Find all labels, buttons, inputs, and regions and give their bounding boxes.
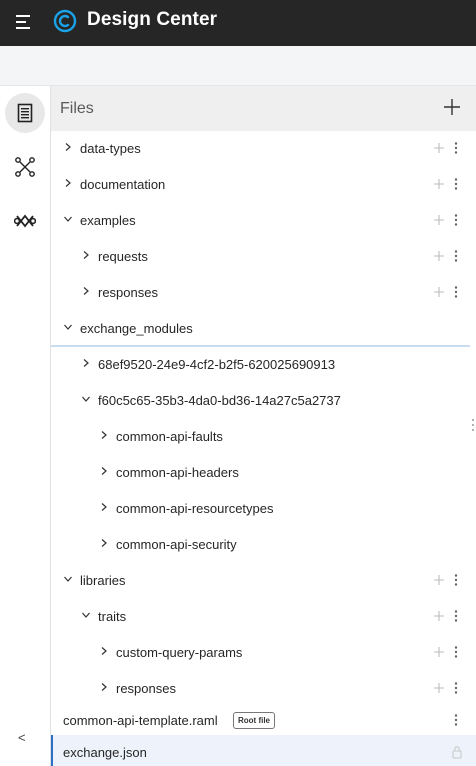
more-vertical-icon[interactable]	[453, 609, 459, 623]
chevron-right-icon	[83, 251, 89, 259]
nodes-graph-icon	[15, 157, 35, 177]
tree-item-label: traits	[98, 609, 127, 624]
tree-folder-documentation[interactable]: documentation	[51, 167, 472, 203]
tree-item-label: common-api-template.raml	[63, 713, 218, 728]
file-document-icon	[17, 103, 33, 123]
add-icon[interactable]	[433, 250, 445, 262]
add-icon[interactable]	[433, 610, 445, 622]
panel-resize-handle[interactable]	[471, 418, 475, 432]
tree-folder-module-f60c[interactable]: f60c5c65-35b3-4da0-bd36-14a27c5a2737	[51, 383, 472, 419]
more-vertical-icon[interactable]	[453, 285, 459, 299]
tree-folder-examples[interactable]: examples	[51, 203, 472, 239]
chevron-down-icon	[64, 576, 72, 582]
chevron-right-icon	[101, 647, 107, 655]
chevron-right-icon	[101, 503, 107, 511]
add-icon[interactable]	[433, 574, 445, 586]
more-vertical-icon[interactable]	[453, 681, 459, 695]
rail-exchange-button[interactable]	[5, 201, 45, 241]
tree-folder-common-api-security[interactable]: common-api-security	[51, 527, 472, 563]
files-panel: Files data-types documentation examples …	[51, 86, 476, 766]
more-vertical-icon[interactable]	[453, 177, 459, 191]
tree-item-label: custom-query-params	[116, 645, 243, 660]
tree-folder-traits-responses[interactable]: responses	[51, 671, 472, 707]
chevron-right-icon	[83, 359, 89, 367]
rail-files-button[interactable]	[5, 93, 45, 133]
rail-dependencies-button[interactable]	[5, 147, 45, 187]
chevron-right-icon	[101, 683, 107, 691]
more-vertical-icon[interactable]	[453, 141, 459, 155]
root-file-badge: Root file	[233, 712, 275, 729]
tree-item-label: common-api-headers	[116, 465, 239, 480]
add-icon[interactable]	[433, 214, 445, 226]
add-icon[interactable]	[433, 142, 445, 154]
more-vertical-icon[interactable]	[453, 645, 459, 659]
tree-item-label: examples	[80, 213, 136, 228]
tree-item-label: exchange_modules	[80, 321, 193, 336]
chevron-right-icon	[65, 143, 71, 151]
chevron-down-icon	[64, 216, 72, 222]
chevron-down-icon	[82, 396, 90, 402]
add-icon[interactable]	[433, 178, 445, 190]
tree-folder-requests[interactable]: requests	[51, 239, 472, 275]
plus-icon[interactable]	[440, 95, 464, 119]
app-title: Design Center	[87, 9, 218, 30]
more-vertical-icon[interactable]	[453, 249, 459, 263]
tree-folder-custom-query-params[interactable]: custom-query-params	[51, 635, 472, 671]
chevron-right-icon	[83, 287, 89, 295]
tree-folder-common-api-headers[interactable]: common-api-headers	[51, 455, 472, 491]
tree-file-common-api-template[interactable]: common-api-template.raml Root file	[51, 703, 472, 739]
hamburger-menu-icon[interactable]	[13, 12, 33, 32]
chevron-right-icon	[101, 539, 107, 547]
tree-folder-traits[interactable]: traits	[51, 599, 472, 635]
tree-item-label: common-api-faults	[116, 429, 223, 444]
tree-folder-data-types[interactable]: data-types	[51, 131, 472, 167]
more-vertical-icon[interactable]	[453, 213, 459, 227]
design-center-logo-icon	[53, 9, 77, 33]
chevron-right-icon	[101, 431, 107, 439]
tree-folder-exchange-modules[interactable]: exchange_modules	[51, 311, 470, 347]
left-rail: <	[0, 86, 51, 766]
tree-folder-responses[interactable]: responses	[51, 275, 472, 311]
tree-folder-module-68ef[interactable]: 68ef9520-24e9-4cf2-b2f5-620025690913	[51, 347, 472, 383]
tree-item-label: f60c5c65-35b3-4da0-bd36-14a27c5a2737	[98, 393, 341, 408]
tree-item-label: common-api-security	[116, 537, 237, 552]
tree-folder-libraries[interactable]: libraries	[51, 563, 472, 599]
more-vertical-icon[interactable]	[453, 573, 459, 587]
tree-item-label: requests	[98, 249, 148, 264]
tree-item-label: responses	[116, 681, 176, 696]
tree-item-label: responses	[98, 285, 158, 300]
tree-item-label: data-types	[80, 141, 141, 156]
tree-item-label: common-api-resourcetypes	[116, 501, 274, 516]
more-vertical-icon[interactable]	[453, 713, 459, 727]
tree-folder-common-api-resourcetypes[interactable]: common-api-resourcetypes	[51, 491, 472, 527]
add-icon[interactable]	[433, 682, 445, 694]
app-header: Design Center	[0, 0, 476, 46]
chevron-down-icon	[82, 612, 90, 618]
chevron-down-icon	[64, 324, 72, 330]
tree-item-label: documentation	[80, 177, 166, 192]
tree-item-label: libraries	[80, 573, 126, 588]
exchange-icon	[14, 214, 36, 228]
lock-icon	[452, 746, 462, 759]
tree-item-label: exchange.json	[63, 745, 147, 760]
tree-file-exchange-json[interactable]: exchange.json	[51, 735, 476, 766]
chevron-right-icon	[65, 179, 71, 187]
add-icon[interactable]	[433, 286, 445, 298]
selected-indicator	[51, 735, 53, 766]
tree-item-label: 68ef9520-24e9-4cf2-b2f5-620025690913	[98, 357, 336, 372]
collapse-rail-button[interactable]: <	[18, 730, 26, 745]
files-title: Files	[60, 100, 94, 117]
files-header: Files	[51, 86, 476, 131]
toolbar	[0, 46, 476, 86]
add-icon[interactable]	[433, 646, 445, 658]
tree-folder-common-api-faults[interactable]: common-api-faults	[51, 419, 472, 455]
chevron-right-icon	[101, 467, 107, 475]
